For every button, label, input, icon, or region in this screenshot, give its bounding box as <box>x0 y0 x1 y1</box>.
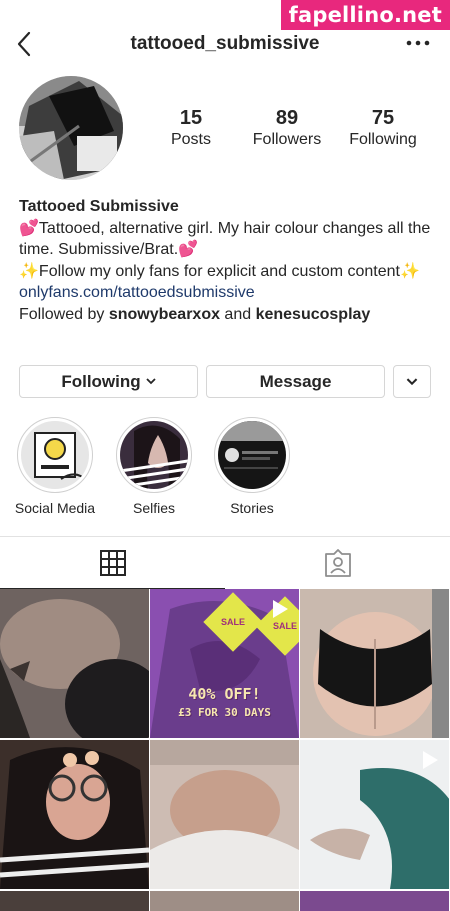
display-name: Tattooed Submissive <box>19 198 179 215</box>
profile-tabs <box>0 536 450 589</box>
following-label: Following <box>349 131 417 148</box>
avatar-photo <box>19 76 123 180</box>
chevron-down-icon <box>146 378 156 385</box>
post-thumbnail[interactable] <box>300 740 449 889</box>
post-thumbnail[interactable] <box>0 740 149 889</box>
followed-by-and: and <box>219 305 256 323</box>
highlight-cover-image <box>218 421 286 489</box>
bio-link[interactable]: onlyfans.com/tattooedsubmissive <box>19 282 434 304</box>
highlight-ring[interactable] <box>116 417 192 493</box>
post-thumbnail[interactable] <box>150 891 299 911</box>
watermark: fapellino.net <box>280 0 450 30</box>
following-stat[interactable]: 75 Following <box>333 107 433 150</box>
video-play-icon <box>273 600 288 618</box>
following-button-label: Following <box>61 371 141 391</box>
highlight-label: Stories <box>230 500 274 516</box>
username-title: tattooed_submissive <box>130 33 320 54</box>
grid-icon <box>99 549 126 576</box>
followed-by-user-2[interactable]: kenesucosplay <box>256 306 371 323</box>
highlight-stories[interactable]: Stories <box>212 417 292 516</box>
more-options-icon[interactable] <box>406 36 430 50</box>
following-button[interactable]: Following <box>19 365 198 398</box>
highlight-ring[interactable] <box>214 417 290 493</box>
bio-line-1: 💕Tattooed, alternative girl. My hair col… <box>19 219 431 259</box>
tab-grid[interactable] <box>0 537 225 589</box>
highlight-social-media[interactable]: Social Media <box>15 417 95 516</box>
highlight-label: Social Media <box>14 500 96 516</box>
post-thumbnail[interactable] <box>0 891 149 911</box>
tab-tagged[interactable] <box>225 537 450 589</box>
posts-stat: 15 Posts <box>141 107 241 150</box>
followers-label: Followers <box>252 131 322 148</box>
message-button[interactable]: Message <box>206 365 385 398</box>
highlight-ring[interactable] <box>17 417 93 493</box>
following-count: 75 <box>371 107 395 129</box>
promo-line-1: 40% OFF! <box>188 685 261 703</box>
tagged-user-icon <box>324 549 351 577</box>
sale-badge-text: SALE <box>272 620 298 631</box>
profile-bio: Tattooed Submissive 💕Tattooed, alternati… <box>19 196 434 326</box>
post-thumbnail[interactable] <box>150 740 299 889</box>
sale-badge-text: SALE <box>220 616 246 627</box>
profile-avatar[interactable] <box>19 76 123 180</box>
posts-count: 15 <box>179 107 203 129</box>
post-thumbnail[interactable] <box>300 589 449 738</box>
followers-stat[interactable]: 89 Followers <box>237 107 337 150</box>
video-play-icon <box>423 751 438 769</box>
promo-line-2: £3 FOR 30 DAYS <box>178 706 271 719</box>
highlight-label: Selfies <box>132 500 176 516</box>
post-thumbnail[interactable] <box>0 589 149 738</box>
followers-count: 89 <box>275 107 299 129</box>
highlight-selfies[interactable]: Selfies <box>114 417 194 516</box>
post-thumbnail[interactable] <box>300 891 449 911</box>
highlight-cover-image <box>120 421 188 489</box>
highlight-cover-image <box>21 421 89 489</box>
suggested-accounts-button[interactable] <box>393 365 431 398</box>
followed-by-prefix: Followed by <box>19 305 109 323</box>
message-button-label: Message <box>259 371 332 391</box>
followed-by[interactable]: Followed by snowybearxox and kenesucospl… <box>19 304 434 326</box>
posts-label: Posts <box>170 131 211 148</box>
chevron-down-icon <box>406 377 418 385</box>
post-thumbnail[interactable]: SALE SALE 40% OFF! £3 FOR 30 DAYS <box>150 589 299 738</box>
followed-by-user-1[interactable]: snowybearxox <box>109 306 220 323</box>
bio-line-2: ✨Follow my only fans for explicit and cu… <box>19 262 420 280</box>
profile-header: tattooed_submissive <box>0 28 450 62</box>
